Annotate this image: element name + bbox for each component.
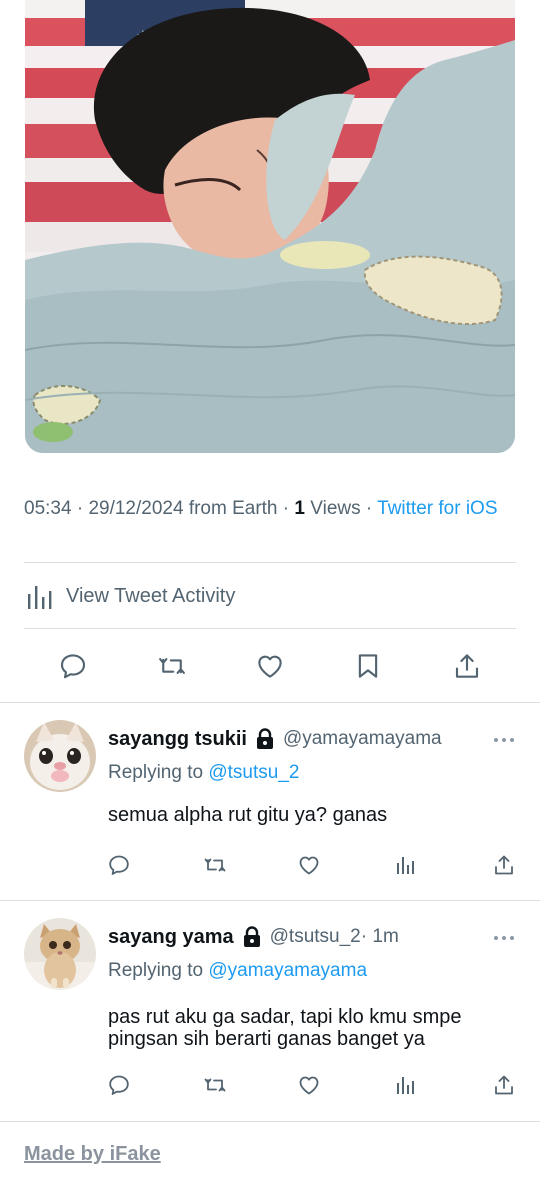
- avatar[interactable]: [24, 918, 96, 990]
- like-button[interactable]: [249, 645, 291, 687]
- reply-text: pas rut aku ga sadar, tapi klo kmu smpe …: [108, 1006, 462, 1050]
- lock-icon: [243, 926, 260, 947]
- reply-time: · 1m: [360, 926, 399, 947]
- tweet-date: 29/12/2024: [88, 498, 184, 519]
- kitten-avatar: [24, 918, 96, 990]
- reply-actions: [0, 848, 540, 882]
- analytics-icon: [28, 586, 52, 609]
- share-icon: [495, 855, 513, 875]
- views-count: 1: [294, 498, 305, 519]
- more-options-icon[interactable]: [492, 736, 516, 744]
- user-handle[interactable]: @tsutsu_2: [270, 926, 361, 948]
- reply-icon: [60, 654, 86, 679]
- reply-header: sayang yama @tsutsu_2 · 1m: [108, 924, 522, 950]
- mention-link[interactable]: @tsutsu_2: [208, 762, 299, 783]
- share-button[interactable]: [487, 1068, 521, 1102]
- tweet-time: 05:34: [24, 498, 72, 519]
- reply-header: sayangg tsukii @yamayamayama: [108, 726, 522, 752]
- retweet-icon: [159, 658, 185, 674]
- like-button[interactable]: [292, 1068, 326, 1102]
- share-icon: [495, 1075, 513, 1095]
- view-tweet-activity[interactable]: View Tweet Activity: [24, 578, 235, 614]
- reply-button[interactable]: [102, 848, 136, 882]
- share-button[interactable]: [446, 645, 488, 687]
- tweet-location: from Earth: [188, 498, 278, 519]
- like-icon: [258, 655, 282, 678]
- mention-link[interactable]: @yamayamayama: [208, 960, 367, 981]
- tweet-source-link[interactable]: Twitter for iOS: [377, 498, 497, 519]
- more-options-icon[interactable]: [492, 934, 516, 942]
- like-icon: [299, 1076, 319, 1095]
- made-by-footer[interactable]: Made by iFake: [24, 1143, 161, 1166]
- analytics-icon: [397, 857, 414, 874]
- divider: [0, 702, 540, 703]
- bookmark-button[interactable]: [347, 645, 389, 687]
- analytics-button[interactable]: [388, 848, 422, 882]
- retweet-button[interactable]: [198, 848, 232, 882]
- divider: [0, 1121, 540, 1122]
- replying-prefix: Replying to: [108, 762, 204, 783]
- display-name[interactable]: sayang yama: [108, 926, 234, 949]
- analytics-icon: [397, 1077, 414, 1094]
- cat-face-avatar: [24, 720, 96, 792]
- divider: [24, 628, 516, 629]
- like-button[interactable]: [292, 848, 326, 882]
- sleeping-person-image: [25, 0, 515, 453]
- reply-button[interactable]: [52, 645, 94, 687]
- user-handle[interactable]: @yamayamayama: [283, 728, 442, 750]
- replying-to: Replying to @yamayamayama: [108, 960, 367, 982]
- retweet-icon: [204, 1078, 226, 1092]
- replying-to: Replying to @tsutsu_2: [108, 762, 299, 784]
- reply-icon: [109, 855, 129, 875]
- retweet-button[interactable]: [198, 1068, 232, 1102]
- divider: [0, 900, 540, 901]
- share-icon: [455, 654, 479, 678]
- tweet-photo[interactable]: [25, 0, 515, 453]
- like-icon: [299, 856, 319, 875]
- reply-actions: [0, 1068, 540, 1102]
- reply-button[interactable]: [102, 1068, 136, 1102]
- reply-text: semua alpha rut gitu ya? ganas: [108, 804, 388, 826]
- bookmark-icon: [358, 654, 378, 678]
- display-name[interactable]: sayangg tsukii: [108, 728, 247, 751]
- analytics-button[interactable]: [388, 1068, 422, 1102]
- activity-label: View Tweet Activity: [66, 584, 236, 607]
- views-label: Views: [310, 498, 361, 519]
- retweet-icon: [204, 858, 226, 872]
- tweet-actions: [0, 645, 540, 687]
- retweet-button[interactable]: [151, 645, 193, 687]
- share-button[interactable]: [487, 848, 521, 882]
- replying-prefix: Replying to: [108, 960, 204, 981]
- divider: [24, 562, 516, 563]
- avatar[interactable]: [24, 720, 96, 792]
- reply-icon: [109, 1075, 129, 1095]
- tweet-meta: 05:34 · 29/12/2024 from Earth · 1 Views …: [24, 498, 498, 519]
- lock-icon: [256, 728, 273, 749]
